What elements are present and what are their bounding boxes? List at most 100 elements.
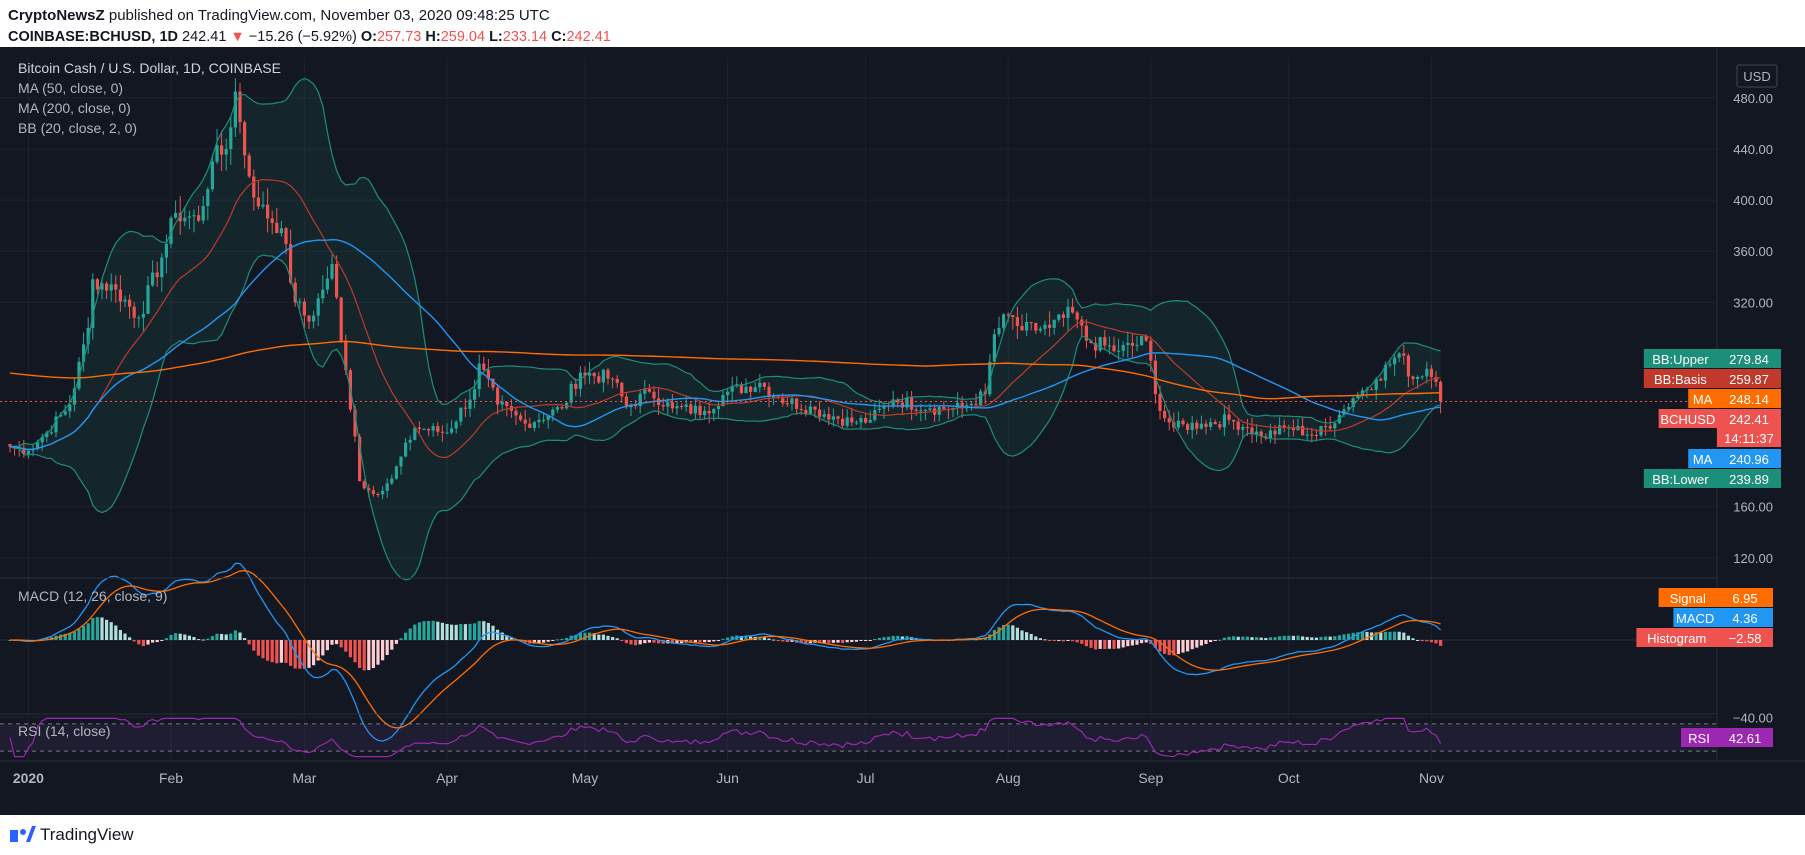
time-tick-label: May: [572, 770, 598, 786]
macd-histogram-bar: [82, 625, 86, 640]
price-label-name: BB:Basis: [1654, 372, 1707, 387]
candle-body: [749, 386, 753, 392]
macd-histogram-bar: [77, 628, 81, 640]
candle-body: [675, 406, 679, 409]
macd-histogram-bar: [1107, 640, 1111, 649]
macd-histogram-bar: [1282, 635, 1286, 640]
macd-histogram-bar: [1015, 627, 1019, 640]
macd-histogram-bar: [160, 640, 164, 641]
macd-histogram-bar: [1324, 636, 1328, 640]
candle-body: [569, 383, 573, 403]
macd-histogram-bar: [1429, 640, 1433, 643]
candle-body: [661, 405, 665, 407]
legend-macd[interactable]: MACD (12, 26, close, 9): [18, 588, 167, 604]
macd-histogram-bar: [367, 640, 371, 671]
candle-body: [1015, 317, 1019, 327]
candle-body: [841, 418, 845, 426]
candle-body: [620, 382, 624, 397]
candle-body: [1199, 423, 1203, 429]
macd-histogram-bar: [266, 640, 270, 661]
macd-histogram-bar: [1333, 636, 1337, 640]
macd-histogram-bar: [1305, 636, 1309, 640]
symbol-ohlc-line: COINBASE:BCHUSD, 1D 242.41 ▼ −15.26 (−5.…: [8, 29, 611, 45]
candle-body: [1107, 345, 1111, 347]
candle-body: [1034, 322, 1038, 331]
macd-histogram-bar: [1411, 638, 1415, 640]
macd-histogram-bar: [716, 640, 720, 641]
macd-histogram-bar: [693, 640, 697, 643]
macd-histogram-bar: [1434, 640, 1438, 644]
candle-body: [1075, 312, 1079, 320]
candle-body: [781, 398, 785, 404]
candle-body: [1038, 328, 1042, 331]
legend-ma50[interactable]: MA (50, close, 0): [18, 80, 123, 96]
legend-bb[interactable]: BB (20, close, 2, 0): [18, 120, 137, 136]
candle-body: [928, 408, 932, 410]
macd-histogram-bar: [997, 627, 1001, 640]
price-chart-svg[interactable]: 480.00 440.00 400.00 360.00 320.00 160.00 120.…: [0, 47, 1805, 815]
macd-histogram-bar: [1176, 640, 1180, 654]
candle-body: [611, 378, 615, 380]
publisher-name[interactable]: CryptoNewsZ: [8, 7, 105, 24]
macd-histogram-bar: [1393, 631, 1397, 640]
macd-histogram-bar: [385, 640, 389, 656]
macd-histogram-bar: [445, 623, 449, 640]
chart-area[interactable]: 480.00 440.00 400.00 360.00 320.00 160.00 120.…: [0, 47, 1805, 815]
macd-histogram-bar: [427, 620, 431, 640]
macd-histogram-bar: [629, 640, 633, 645]
macd-histogram-bar: [1126, 640, 1130, 647]
macd-histogram-bar: [1264, 637, 1268, 640]
candle-body: [1112, 345, 1116, 352]
candle-body: [1222, 414, 1226, 428]
candle-body: [532, 422, 536, 428]
candle-body: [496, 387, 500, 405]
macd-histogram-bar: [477, 621, 481, 640]
macd-histogram-bar: [164, 638, 168, 640]
candle-body: [864, 418, 868, 423]
macd-histogram-bar: [247, 640, 251, 645]
tradingview-logo[interactable]: TradingView: [10, 825, 134, 845]
macd-histogram-bar: [583, 632, 587, 640]
macd-histogram-bar: [270, 640, 274, 663]
macd-histogram-bar: [275, 640, 279, 664]
high-label: H:: [425, 29, 441, 45]
candle-body: [1393, 357, 1397, 365]
candle-body: [818, 409, 822, 417]
candle-body: [390, 478, 394, 484]
macd-histogram-bar: [1089, 640, 1093, 648]
price-label-name: MA: [1693, 452, 1713, 467]
legend-ma200[interactable]: MA (200, close, 0): [18, 100, 131, 116]
macd-histogram-bar: [1140, 640, 1144, 644]
price-label-name: MA: [1693, 392, 1713, 407]
candle-body: [1241, 427, 1245, 430]
macd-histogram-bar: [868, 640, 872, 641]
macd-histogram-bar: [404, 632, 408, 640]
macd-histogram-bar: [873, 638, 877, 640]
macd-histogram-bar: [1383, 631, 1387, 640]
candle-body: [128, 299, 132, 307]
macd-histogram-bar: [1043, 639, 1047, 641]
candle-body: [137, 317, 141, 319]
macd-histogram-bar: [634, 640, 638, 646]
candle-body: [206, 189, 210, 206]
macd-histogram-bar: [256, 640, 260, 656]
legend-rsi[interactable]: RSI (14, close): [18, 723, 111, 739]
candle-body: [151, 272, 155, 286]
macd-histogram-bar: [836, 640, 840, 643]
macd-histogram-bar: [1112, 640, 1116, 649]
price-label-bb-basis: BB:Basis 259.87: [1643, 369, 1781, 388]
macd-tick-label: −40.00: [1733, 710, 1773, 725]
time-tick-label: 2020: [13, 770, 44, 786]
candle-body: [1273, 430, 1277, 435]
candle-body: [279, 228, 283, 234]
rsi-pane: [0, 717, 1717, 758]
macd-histogram-bar: [1301, 636, 1305, 640]
macd-histogram-bar: [486, 622, 490, 640]
candle-body: [574, 383, 578, 389]
published-text: published on TradingView.com, November 0…: [108, 7, 550, 24]
candle-body: [1117, 350, 1121, 352]
rsi-label-value: 42.61: [1729, 731, 1762, 746]
candle-body: [919, 410, 923, 412]
macd-label-name: Histogram: [1647, 631, 1706, 646]
tradingview-brand: TradingView: [40, 825, 134, 844]
